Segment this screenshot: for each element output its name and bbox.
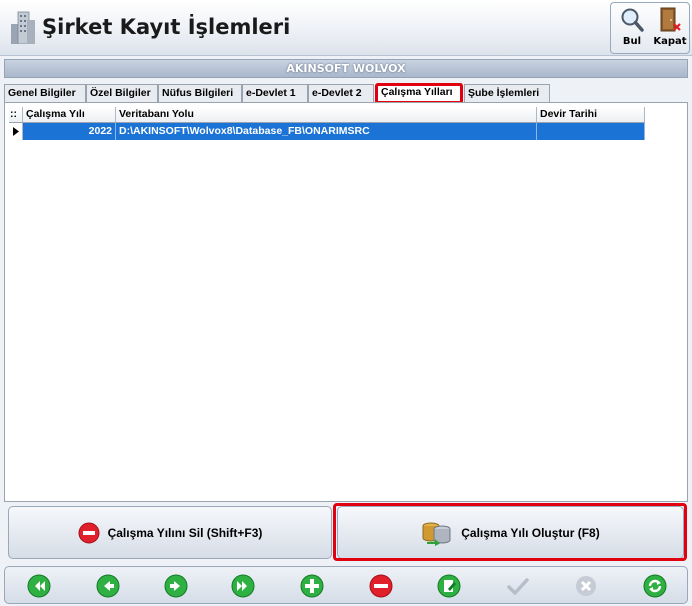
working-years-grid: :: Çalışma Yılı Veritabanı Yolu Devir Ta… — [9, 107, 645, 140]
find-label: Bul — [622, 36, 642, 47]
first-icon[interactable] — [27, 574, 51, 598]
grid-header: :: Çalışma Yılı Veritabanı Yolu Devir Ta… — [9, 107, 645, 123]
row-indicator — [9, 123, 23, 140]
column-header-database-path[interactable]: Veritabanı Yolu — [116, 107, 537, 122]
prev-icon[interactable] — [96, 574, 120, 598]
navigation-bar — [4, 566, 688, 604]
tab-branch-operations[interactable]: Şube İşlemleri — [464, 84, 550, 102]
tab-special-info[interactable]: Özel Bilgiler — [86, 84, 158, 102]
close-button[interactable]: Kapat — [651, 5, 689, 53]
last-icon[interactable] — [231, 574, 255, 598]
next-icon[interactable] — [164, 574, 188, 598]
tab-e-government-1[interactable]: e-Devlet 1 — [242, 84, 308, 102]
grid-indicator-header: :: — [9, 107, 23, 122]
find-button[interactable]: Bul — [613, 5, 651, 53]
door-exit-icon — [660, 7, 681, 32]
confirm-icon[interactable] — [506, 574, 530, 598]
magnifier-icon — [621, 8, 644, 32]
no-entry-icon — [78, 522, 100, 543]
edit-icon[interactable] — [437, 574, 461, 598]
create-working-year-button[interactable]: Çalışma Yılı Oluştur (F8) — [337, 506, 684, 559]
row-pointer-icon — [13, 127, 19, 136]
cell-transfer-date[interactable] — [537, 123, 645, 140]
create-working-year-label: Çalışma Yılı Oluştur (F8) — [461, 525, 600, 540]
toolbar-group: Bul Kapat — [610, 2, 690, 54]
buildings-icon — [11, 11, 35, 44]
cancel-icon[interactable] — [574, 574, 598, 598]
cell-database-path[interactable]: D:\AKINSOFT\Wolvox8\Database_FB\ONARIMSR… — [116, 123, 537, 140]
title-bar: Şirket Kayıt İşlemleri Bul Kapat — [0, 0, 692, 56]
delete-working-year-label: Çalışma Yılını Sil (Shift+F3) — [107, 525, 263, 540]
cell-year[interactable]: 2022 — [23, 123, 116, 140]
database-create-icon — [422, 522, 451, 546]
column-header-year[interactable]: Çalışma Yılı — [23, 107, 116, 122]
tab-general-info[interactable]: Genel Bilgiler — [4, 84, 86, 102]
refresh-icon[interactable] — [643, 574, 667, 598]
tab-working-years[interactable]: Çalışma Yılları — [377, 83, 462, 103]
company-name-bar: AKINSOFT WOLVOX — [4, 59, 688, 78]
close-label: Kapat — [653, 36, 687, 47]
table-row[interactable]: 2022 D:\AKINSOFT\Wolvox8\Database_FB\ONA… — [9, 123, 645, 140]
add-icon[interactable] — [300, 574, 324, 598]
delete-working-year-button[interactable]: Çalışma Yılını Sil (Shift+F3) — [8, 506, 332, 559]
working-years-panel: :: Çalışma Yılı Veritabanı Yolu Devir Ta… — [4, 102, 688, 502]
delete-icon[interactable] — [369, 574, 393, 598]
tab-population-info[interactable]: Nüfus Bilgileri — [158, 84, 242, 102]
tab-e-government-2[interactable]: e-Devlet 2 — [308, 84, 374, 102]
column-header-transfer-date[interactable]: Devir Tarihi — [537, 107, 645, 122]
window-title: Şirket Kayıt İşlemleri — [42, 15, 291, 39]
